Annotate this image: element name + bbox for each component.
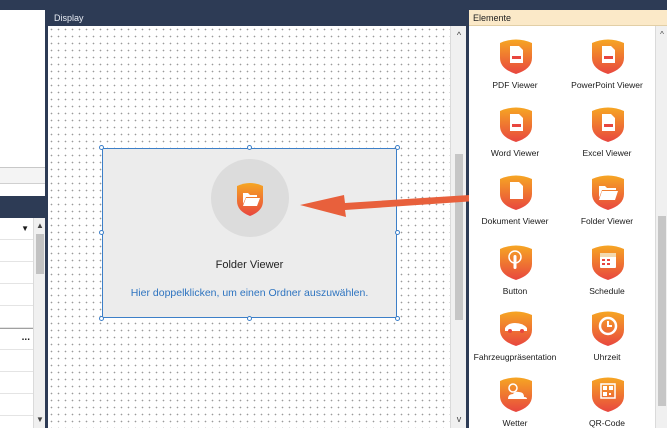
element-folder-viewer[interactable]: Folder Viewer (561, 172, 653, 234)
element-label: Excel Viewer (582, 148, 632, 158)
elements-panel-title: Elemente (469, 10, 667, 26)
touch-icon (500, 245, 532, 280)
excel-icon (592, 107, 624, 142)
element-label: QR-Code (589, 418, 625, 428)
element-label: Fahrzeugpräsentation (473, 352, 557, 362)
element-qr-code[interactable]: QR-Code (561, 374, 653, 428)
element-label: Schedule (589, 286, 625, 296)
elements-scrollbar[interactable]: ^ (655, 26, 667, 428)
element-uhrzeit[interactable]: Uhrzeit (561, 308, 653, 370)
scroll-up-icon[interactable]: ^ (656, 30, 667, 39)
element-label: PDF Viewer (492, 80, 538, 90)
scrollbar-thumb[interactable] (658, 216, 666, 406)
element-label: Dokument Viewer (481, 216, 549, 226)
qr-code-icon (592, 377, 624, 412)
folder-icon (592, 175, 624, 210)
element-label: Uhrzeit (593, 352, 621, 362)
document-icon (500, 175, 532, 210)
calendar-icon (592, 245, 624, 280)
element-word-viewer[interactable]: Word Viewer (469, 104, 561, 166)
element-fahrzeugpraesentation[interactable]: Fahrzeugpräsentation (469, 308, 561, 370)
element-label: Word Viewer (490, 148, 540, 158)
element-label: Wetter (502, 418, 528, 428)
element-label: Folder Viewer (580, 216, 634, 226)
weather-icon (500, 377, 532, 412)
element-pdf-viewer[interactable]: PDF Viewer (469, 36, 561, 98)
element-dokument-viewer[interactable]: Dokument Viewer (469, 172, 561, 234)
pdf-icon (500, 39, 532, 74)
element-label: Button (502, 286, 528, 296)
elements-panel: Elemente ^ PDF Viewer PowerPoint Viewer (469, 10, 667, 428)
clock-icon (592, 311, 624, 346)
powerpoint-icon (592, 39, 624, 74)
element-label: PowerPoint Viewer (571, 80, 643, 90)
element-wetter[interactable]: Wetter (469, 374, 561, 428)
element-schedule[interactable]: Schedule (561, 242, 653, 304)
car-icon (500, 311, 532, 346)
element-excel-viewer[interactable]: Excel Viewer (561, 104, 653, 166)
word-icon (500, 107, 532, 142)
element-button[interactable]: Button (469, 242, 561, 304)
element-powerpoint-viewer[interactable]: PowerPoint Viewer (561, 36, 653, 98)
